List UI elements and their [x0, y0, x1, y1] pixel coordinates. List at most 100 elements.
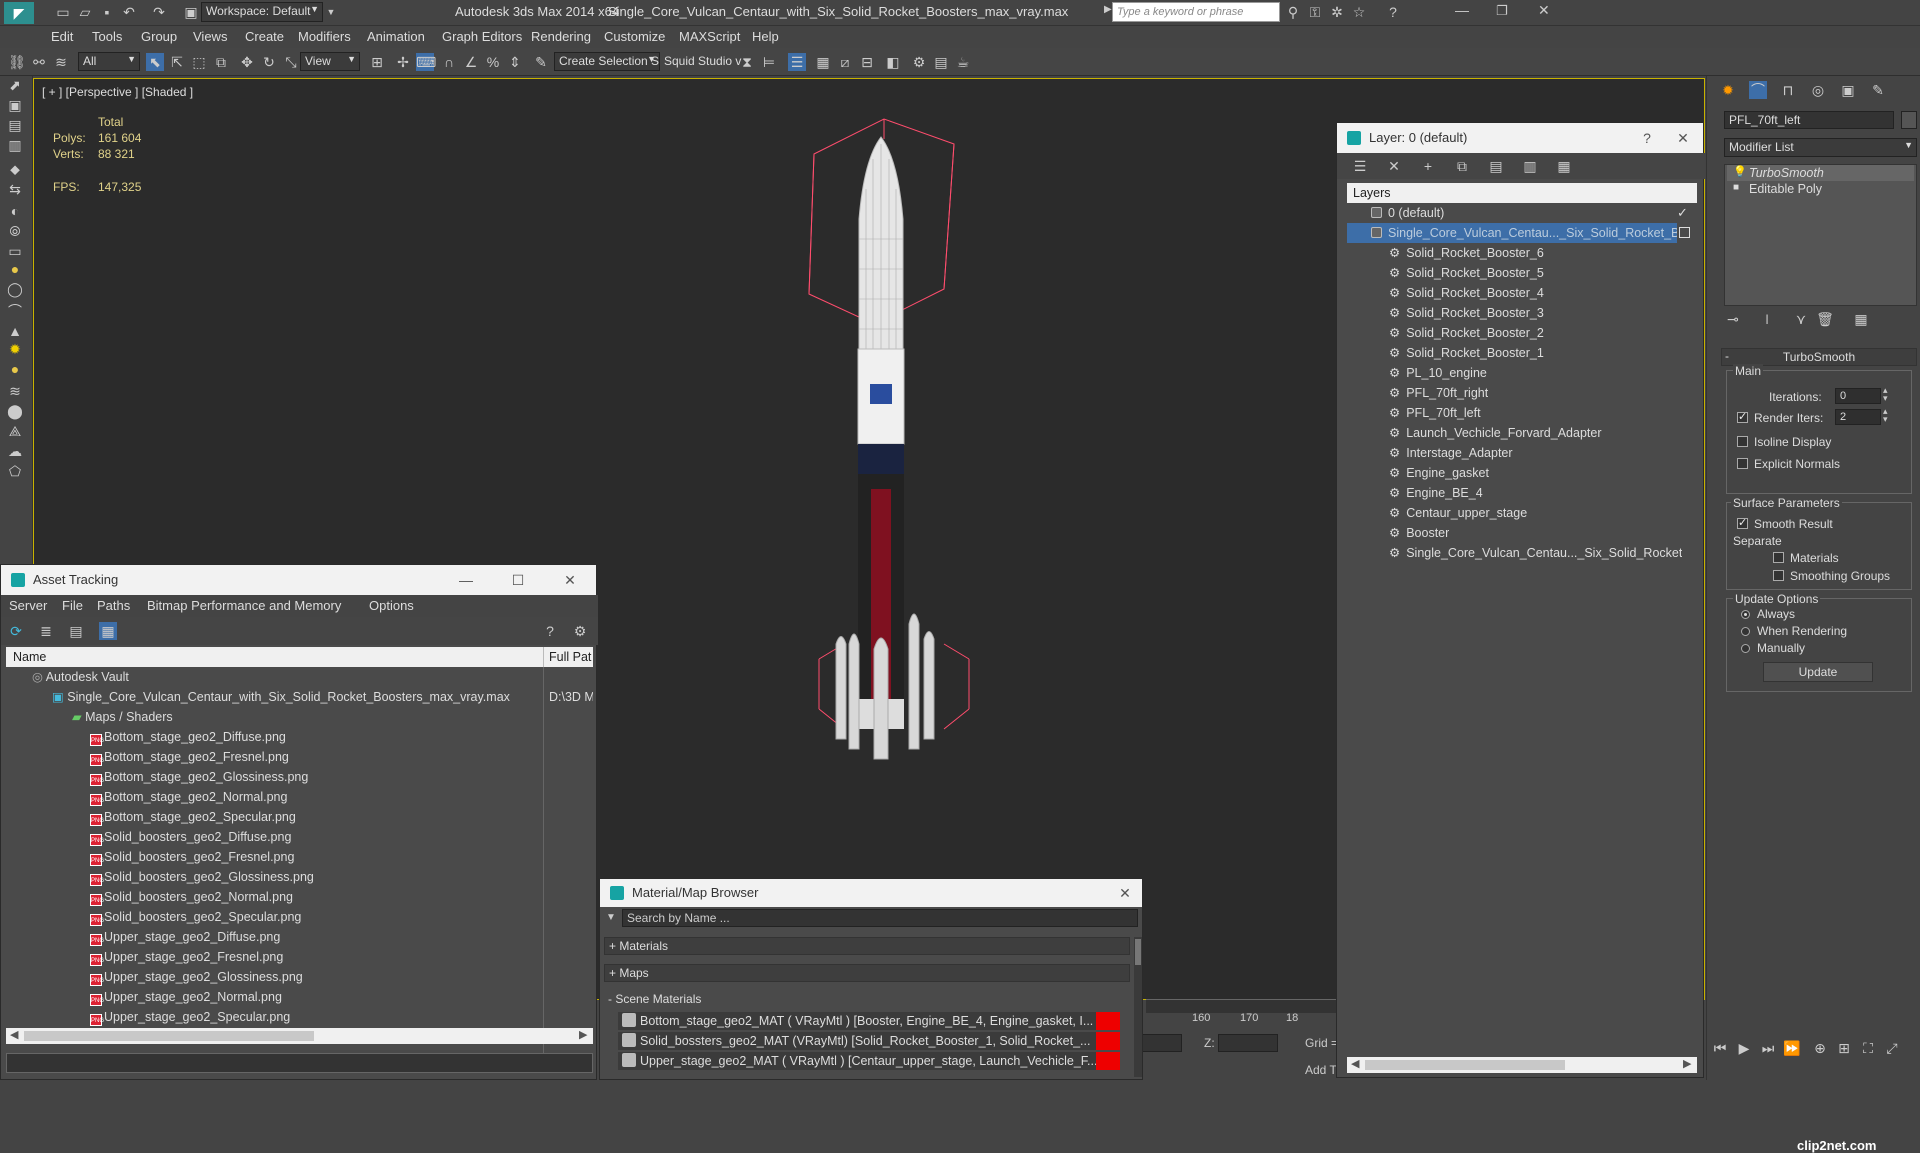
render-iters-spinner[interactable]: 2 [1835, 409, 1881, 425]
layer-window-titlebar[interactable]: Layer: 0 (default) ? ✕ [1337, 123, 1703, 153]
select-by-name-icon[interactable]: ⇱ [168, 53, 186, 71]
binoculars-icon[interactable]: ⚲ [1284, 3, 1302, 21]
active-layer-check-icon[interactable]: ✓ [1677, 205, 1688, 221]
add-time-tag[interactable]: Add T [1305, 1063, 1337, 1077]
thumbnail-view-icon[interactable]: ▤ [67, 622, 85, 640]
list-item[interactable]: PNGBottom_stage_geo2_Specular.png [90, 807, 296, 827]
move-icon[interactable]: ✥ [238, 53, 256, 71]
strip-tool-1-icon[interactable]: ⬈ [6, 76, 24, 94]
strip-tool-20-icon[interactable]: ⬠ [6, 462, 24, 480]
layer-object-row[interactable]: ⚙ Solid_Rocket_Booster_6 [1389, 243, 1544, 263]
layer-object-row[interactable]: ⚙ Engine_BE_4 [1389, 483, 1483, 503]
key-icon[interactable]: ⚿ [1306, 3, 1324, 21]
materials-group[interactable]: + Materials [604, 937, 1130, 955]
play-icon[interactable]: ▶ [1735, 1039, 1753, 1057]
layer-manager-icon[interactable]: ☰ [788, 53, 806, 71]
layer-object-row[interactable]: ⚙ Launch_Vechicle_Forvard_Adapter [1389, 423, 1602, 443]
vertical-scrollbar[interactable] [1134, 937, 1142, 1077]
scale-icon[interactable]: ⤡ [282, 53, 300, 71]
list-item[interactable]: PNGSolid_boosters_geo2_Fresnel.png [90, 847, 294, 867]
menu-create[interactable]: Create [245, 29, 284, 44]
angle-snap-icon[interactable]: ∠ [462, 53, 480, 71]
align-icon[interactable]: ⊨ [760, 53, 778, 71]
add-to-layer-icon[interactable]: ⧉ [1453, 157, 1471, 175]
make-unique-icon[interactable]: ⋎ [1792, 310, 1810, 328]
list-view-icon[interactable]: ≣ [37, 622, 55, 640]
spinner-snap-icon[interactable]: ⇕ [506, 53, 524, 71]
scroll-thumb[interactable] [1135, 939, 1141, 965]
layer-object-row[interactable]: ⚙ Solid_Rocket_Booster_4 [1389, 283, 1544, 303]
material-browser-titlebar[interactable]: Material/Map Browser ✕ [600, 879, 1142, 907]
maximize-viewport-icon[interactable]: ⤢ [1883, 1039, 1901, 1057]
list-item[interactable]: PNGUpper_stage_geo2_Glossiness.png [90, 967, 303, 987]
scene-file-row[interactable]: ▣ Single_Core_Vulcan_Centaur_with_Six_So… [52, 687, 542, 707]
named-selection-dropdown[interactable]: Create Selection Se ▼ [554, 52, 660, 71]
edit-named-selection-icon[interactable]: ✎ [532, 53, 550, 71]
scroll-left-icon[interactable]: ◀ [10, 1028, 18, 1041]
menu-graph-editors[interactable]: Graph Editors [442, 29, 522, 44]
layer-object-row[interactable]: ⚙ Solid_Rocket_Booster_3 [1389, 303, 1544, 323]
scroll-right-icon[interactable]: ▶ [579, 1028, 587, 1041]
snaps-toggle-icon[interactable]: ∩ [440, 53, 458, 71]
unlink-icon[interactable]: ⚯ [30, 53, 48, 71]
new-file-icon[interactable]: ▭ [54, 3, 72, 21]
hide-all-layers-icon[interactable]: ▦ [1555, 157, 1573, 175]
maps-folder-row[interactable]: ▰ Maps / Shaders [72, 707, 173, 727]
rect-selection-icon[interactable]: ⬚ [190, 53, 208, 71]
menu-edit[interactable]: Edit [51, 29, 73, 44]
layer-object-row[interactable]: ⚙ Single_Core_Vulcan_Centau..._Six_Solid_… [1389, 543, 1682, 563]
vault-row[interactable]: ◎ Autodesk Vault [32, 667, 129, 687]
at-menu-file[interactable]: File [62, 598, 83, 613]
strip-tool-9-icon[interactable]: ▭ [6, 242, 24, 260]
community-icon[interactable]: ✲ [1328, 3, 1346, 21]
motion-tab-icon[interactable]: ◎ [1809, 81, 1827, 99]
spinner-arrows-icon[interactable]: ▴ ▾ [1883, 407, 1888, 424]
object-color-swatch[interactable] [1901, 111, 1917, 129]
pin-stack-icon[interactable]: ⊸ [1724, 310, 1742, 328]
highlight-layer-icon[interactable]: ▥ [1521, 157, 1539, 175]
scroll-left-icon[interactable]: ◀ [1351, 1057, 1359, 1070]
stack-item-turbosmooth[interactable]: TurboSmooth [1727, 165, 1914, 181]
render-iters-checkbox[interactable] [1737, 410, 1748, 423]
menu-group[interactable]: Group [141, 29, 177, 44]
strip-tool-16-icon[interactable]: ≋ [6, 382, 24, 400]
list-item[interactable]: PNGBottom_stage_geo2_Normal.png [90, 787, 287, 807]
material-item[interactable]: Bottom_stage_geo2_MAT ( VRayMtl ) [Boost… [618, 1012, 1120, 1030]
strip-tool-5-icon[interactable]: ⬥ [6, 160, 24, 178]
scene-materials-group[interactable]: - Scene Materials [604, 991, 1130, 1009]
timeline-ruler[interactable] [1146, 999, 1346, 1013]
viewport-label[interactable]: [ + ] [Perspective ] [Shaded ] [42, 85, 193, 99]
scroll-thumb[interactable] [24, 1031, 314, 1041]
menu-views[interactable]: Views [193, 29, 227, 44]
rotate-icon[interactable]: ↻ [260, 53, 278, 71]
refresh-icon[interactable]: ⟳ [7, 622, 25, 640]
keyword-search-input[interactable]: Type a keyword or phrase [1112, 2, 1280, 22]
stack-item-editable-poly[interactable]: Editable Poly [1727, 181, 1914, 197]
collapse-icon[interactable]: - [1725, 349, 1729, 363]
update-button[interactable]: Update [1763, 662, 1873, 682]
remove-modifier-icon[interactable]: 🗑 [1816, 310, 1834, 328]
render-setup-icon[interactable]: ⚙ [910, 53, 928, 71]
select-object-icon[interactable]: ⬉ [146, 53, 164, 71]
list-item[interactable]: PNGUpper_stage_geo2_Fresnel.png [90, 947, 283, 967]
update-always-radio[interactable] [1741, 610, 1750, 619]
layer-toggle-box[interactable] [1679, 227, 1690, 238]
strip-tool-4-icon[interactable]: ▥ [6, 136, 24, 154]
list-item[interactable]: PNGBottom_stage_geo2_Fresnel.png [90, 747, 289, 767]
layer-object-row[interactable]: ⚙ PFL_70ft_right [1389, 383, 1488, 403]
x-coord-field[interactable] [1142, 1034, 1182, 1052]
app-logo-icon[interactable]: ◤ [4, 2, 34, 24]
close-icon[interactable]: ✕ [1105, 879, 1145, 907]
strip-tool-14-icon[interactable]: ✹ [6, 340, 24, 358]
smooth-result-checkbox[interactable] [1737, 516, 1748, 529]
strip-tool-6-icon[interactable]: ⇆ [6, 180, 24, 198]
scroll-right-icon[interactable]: ▶ [1683, 1057, 1691, 1070]
zoom-extents-icon[interactable]: ⛶ [1859, 1039, 1877, 1057]
layer-manager-icon[interactable]: ☰ [1351, 157, 1369, 175]
display-tab-icon[interactable]: ▣ [1839, 81, 1857, 99]
squid-studio-label[interactable]: Squid Studio v [664, 54, 741, 68]
link-icon[interactable]: ⛓ [8, 53, 26, 71]
smoothing-groups-checkbox[interactable] [1773, 570, 1784, 581]
strip-tool-11-icon[interactable]: ◯ [6, 280, 24, 298]
list-item[interactable]: PNGUpper_stage_geo2_Normal.png [90, 987, 282, 1007]
